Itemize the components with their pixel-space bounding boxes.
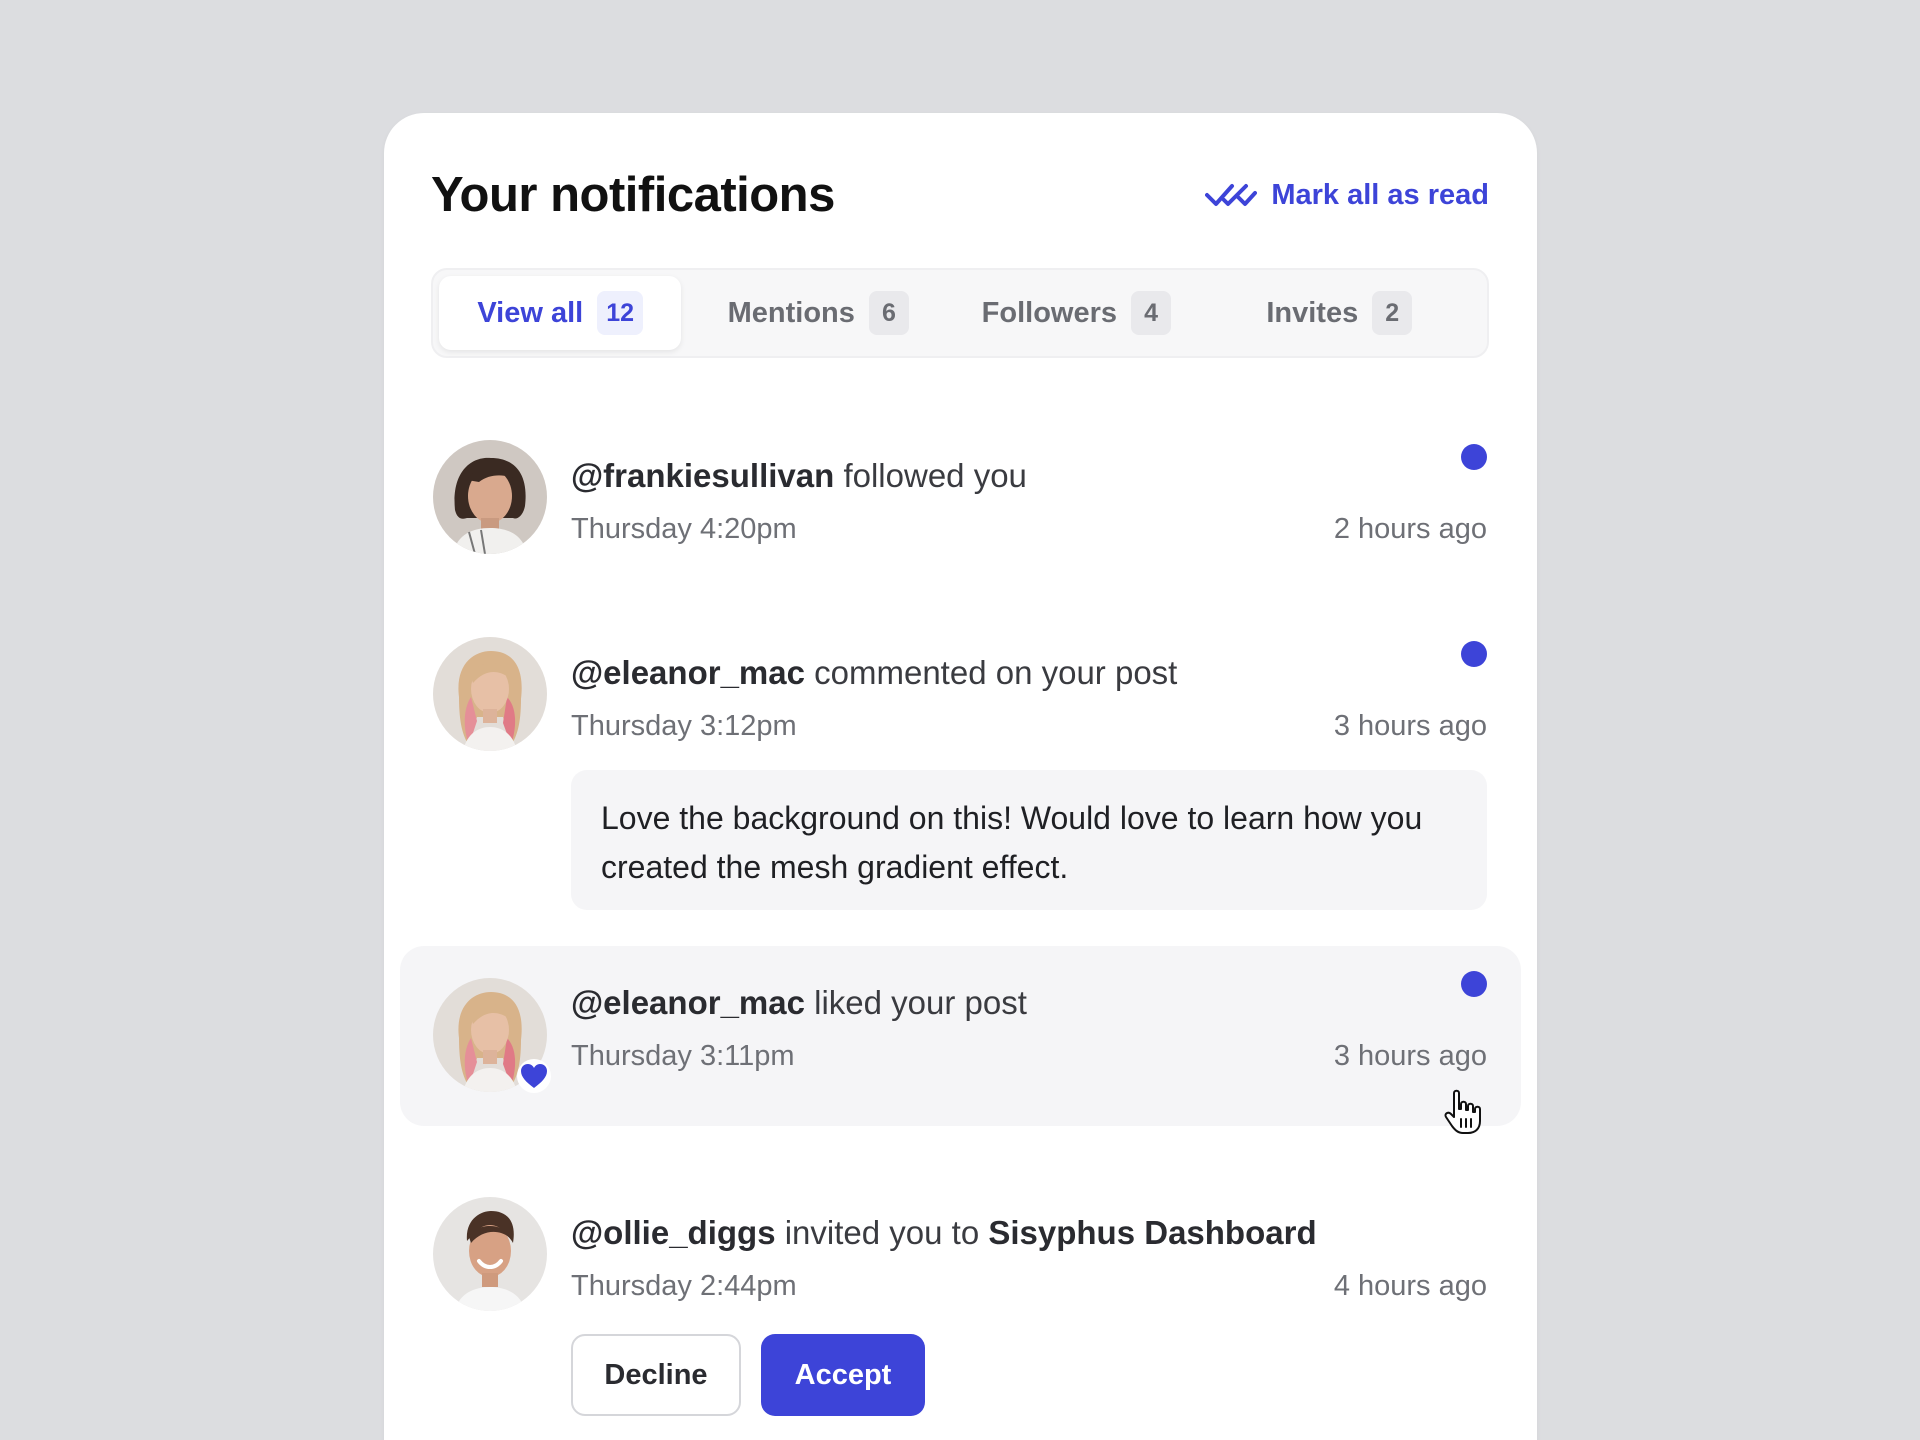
decline-button[interactable]: Decline — [571, 1334, 741, 1416]
tab-followers[interactable]: Followers 4 — [955, 276, 1197, 350]
tab-label: Mentions — [727, 296, 855, 329]
notification-item[interactable]: @ollie_diggs invited you to Sisyphus Das… — [400, 1170, 1521, 1440]
notification-meta: Thursday 4:20pm 2 hours ago — [571, 513, 1487, 546]
notification-date: Thursday 4:20pm — [571, 513, 797, 545]
tab-invites[interactable]: Invites 2 — [1198, 276, 1481, 350]
username[interactable]: @eleanor_mac — [571, 654, 805, 691]
panel-header: Your notifications Mark all as read — [431, 163, 1489, 227]
accept-button[interactable]: Accept — [761, 1334, 925, 1416]
notification-meta: Thursday 3:11pm 3 hours ago — [571, 1040, 1487, 1073]
tab-label: Followers — [981, 296, 1118, 329]
notification-action: liked your post — [814, 984, 1027, 1021]
page-title: Your notifications — [431, 168, 835, 222]
notification-text: @ollie_diggs invited you to Sisyphus Das… — [571, 1214, 1317, 1252]
notification-item[interactable]: @eleanor_mac commented on your post Thur… — [400, 610, 1521, 910]
notification-time-ago: 3 hours ago — [1333, 1040, 1487, 1072]
notification-date: Thursday 2:44pm — [571, 1270, 797, 1302]
comment-preview[interactable]: Love the background on this! Would love … — [571, 770, 1487, 910]
notification-text: @eleanor_mac liked your post — [571, 984, 1027, 1022]
notification-action: commented on your post — [814, 654, 1178, 691]
tab-mentions[interactable]: Mentions 6 — [681, 276, 955, 350]
tab-count-badge: 4 — [1131, 291, 1172, 335]
username[interactable]: @ollie_diggs — [571, 1214, 776, 1251]
username[interactable]: @eleanor_mac — [571, 984, 805, 1021]
unread-dot — [1461, 641, 1487, 667]
notification-action: followed you — [843, 457, 1027, 494]
filter-tabs: View all 12 Mentions 6 Followers 4 Invit… — [431, 268, 1489, 358]
notification-date: Thursday 3:11pm — [571, 1040, 795, 1072]
username[interactable]: @frankiesullivan — [571, 457, 834, 494]
tab-count-badge: 12 — [597, 291, 644, 335]
mark-all-read-button[interactable]: Mark all as read — [1205, 179, 1489, 212]
invite-target[interactable]: Sisyphus Dashboard — [988, 1214, 1316, 1251]
notifications-panel: Your notifications Mark all as read View… — [384, 113, 1537, 1440]
tab-label: View all — [477, 296, 584, 329]
avatar — [433, 637, 547, 751]
notification-item[interactable]: @eleanor_mac liked your post Thursday 3:… — [400, 946, 1521, 1126]
notification-time-ago: 3 hours ago — [1333, 710, 1487, 742]
notification-meta: Thursday 3:12pm 3 hours ago — [571, 710, 1487, 743]
notification-text: @eleanor_mac commented on your post — [571, 654, 1177, 692]
notification-meta: Thursday 2:44pm 4 hours ago — [571, 1270, 1487, 1303]
notification-action: invited you to — [784, 1214, 980, 1251]
hand-cursor-icon — [1444, 1089, 1481, 1134]
notification-date: Thursday 3:12pm — [571, 710, 797, 742]
double-check-icon — [1205, 184, 1258, 206]
tab-label: Invites — [1266, 296, 1359, 329]
heart-icon — [517, 1059, 551, 1093]
avatar — [433, 1197, 547, 1311]
notification-text: @frankiesullivan followed you — [571, 457, 1027, 495]
avatar — [433, 440, 547, 554]
tab-count-badge: 6 — [868, 291, 909, 335]
unread-dot — [1461, 971, 1487, 997]
tab-view-all[interactable]: View all 12 — [439, 276, 682, 350]
notification-item[interactable]: @frankiesullivan followed you Thursday 4… — [400, 413, 1521, 583]
tab-count-badge: 2 — [1372, 291, 1413, 335]
unread-dot — [1461, 444, 1487, 470]
mark-all-read-label: Mark all as read — [1271, 178, 1489, 211]
notification-time-ago: 2 hours ago — [1333, 513, 1487, 545]
notification-time-ago: 4 hours ago — [1333, 1270, 1487, 1302]
